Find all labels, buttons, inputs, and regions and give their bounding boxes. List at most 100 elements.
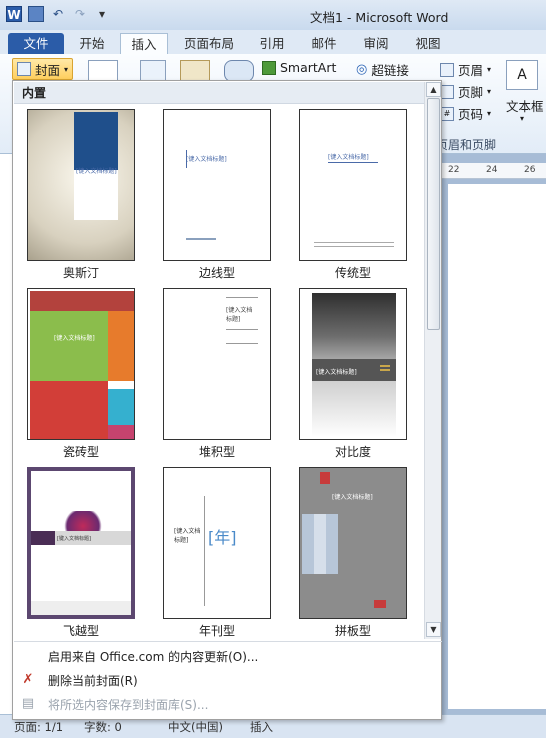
- cover-thumbnail[interactable]: [键入文档标题]: [299, 109, 407, 261]
- tab-references[interactable]: 引用: [252, 33, 292, 54]
- window-title: 文档1 - Microsoft Word: [310, 10, 449, 25]
- cover-title-text: [键入文档标题]: [328, 154, 369, 161]
- save-icon[interactable]: [28, 6, 44, 22]
- cover-item-annual[interactable]: [键入文档标题] [年] 年刊型: [163, 467, 273, 638]
- remove-cover-icon: ✗: [22, 672, 34, 687]
- tab-insert[interactable]: 插入: [120, 33, 168, 54]
- cover-page-button[interactable]: 封面 ▾: [12, 58, 74, 80]
- status-page[interactable]: 页面: 1/1: [14, 719, 63, 735]
- cover-page-gallery: 内置 ▲ ▼ [键入文档标题] 奥斯汀 [键入文档标题] 边线型 [键入文档标题…: [12, 80, 442, 720]
- footer-button[interactable]: 页脚 ▾: [440, 82, 491, 101]
- chevron-down-icon: ▾: [64, 64, 69, 74]
- cover-item-sideline[interactable]: [键入文档标题] 边线型: [163, 109, 273, 280]
- smartart-label: SmartArt: [280, 60, 337, 75]
- word-logo-icon[interactable]: W: [6, 6, 22, 22]
- cover-item-contrast[interactable]: [键入文档标题] 对比度: [299, 288, 409, 459]
- tab-page-layout[interactable]: 页面布局: [178, 33, 240, 54]
- ruler-tick: 26: [524, 165, 536, 175]
- picture-icon[interactable]: [140, 60, 166, 82]
- enable-content-updates-item[interactable]: 启用来自 Office.com 的内容更新(O)...: [48, 646, 258, 668]
- header-label: 页眉: [458, 63, 484, 78]
- cover-thumbnail[interactable]: [键入文档标题]: [163, 288, 271, 440]
- scroll-up-icon[interactable]: ▲: [426, 82, 441, 97]
- cover-item-traditional[interactable]: [键入文档标题] 传统型: [299, 109, 409, 280]
- header-button[interactable]: 页眉 ▾: [440, 60, 491, 79]
- tab-mailings[interactable]: 邮件: [304, 33, 344, 54]
- cover-thumbnail[interactable]: [键入文档标题]: [27, 109, 135, 261]
- cover-item-puzzle[interactable]: [键入文档标题] 拼板型: [299, 467, 409, 638]
- smartart-button[interactable]: SmartArt: [262, 60, 336, 75]
- quick-access-toolbar: W ↶ ↷ ▾: [6, 6, 110, 22]
- tab-view[interactable]: 视图: [408, 33, 448, 54]
- cover-title-text: [键入文档标题]: [54, 335, 95, 342]
- save-selection-to-gallery-item: 将所选内容保存到封面库(S)...: [48, 698, 209, 712]
- hyperlink-button[interactable]: ◎ 超链接: [356, 60, 409, 79]
- chevron-down-icon: ▾: [520, 114, 525, 123]
- table-icon[interactable]: [88, 60, 118, 82]
- ruler-tick: 24: [486, 165, 498, 175]
- cover-name: 边线型: [198, 266, 235, 280]
- cover-page-icon: [17, 62, 31, 76]
- chevron-down-icon: ▾: [487, 87, 492, 96]
- redo-icon[interactable]: ↷: [72, 6, 88, 22]
- status-words[interactable]: 字数: 0: [84, 719, 122, 735]
- cover-title-text: [键入文档标题]: [316, 369, 357, 376]
- cover-title-text: [键入文档标题]: [226, 307, 253, 323]
- cover-name: 拼板型: [334, 624, 371, 638]
- smartart-icon: [262, 60, 276, 75]
- status-language[interactable]: 中文(中国): [168, 719, 223, 735]
- footer-icon: [440, 84, 454, 99]
- cover-title-text: [键入文档标题]: [332, 494, 373, 501]
- group-header-footer-label: 页眉和页脚: [436, 138, 497, 152]
- cover-title-text: [键入文档标题]: [76, 168, 117, 175]
- remove-current-cover-item[interactable]: 删除当前封面(R): [48, 670, 138, 692]
- cover-item-austin[interactable]: [键入文档标题] 奥斯汀: [27, 109, 137, 280]
- document-page[interactable]: [448, 184, 546, 709]
- cover-name: 奥斯汀: [62, 266, 99, 280]
- page-number-button[interactable]: # 页码 ▾: [440, 104, 491, 123]
- textbox-icon[interactable]: A: [506, 60, 538, 90]
- cover-thumbnail[interactable]: [键入文档标题]: [27, 467, 135, 619]
- cover-thumbnail[interactable]: [键入文档标题] [年]: [27, 288, 135, 440]
- customize-icon[interactable]: ▾: [94, 6, 110, 22]
- globe-icon: ◎: [356, 62, 368, 77]
- tab-file[interactable]: 文件: [8, 33, 64, 54]
- title-bar: W ↶ ↷ ▾ 文档1 - Microsoft Word: [0, 0, 546, 30]
- cover-title-text: [键入文档标题]: [57, 536, 91, 542]
- globe-icon: [20, 648, 36, 664]
- cover-name: 传统型: [334, 266, 371, 280]
- cover-name: 年刊型: [198, 624, 235, 638]
- cover-year-badge: [年]: [208, 528, 237, 547]
- textbox-label[interactable]: 文本框: [506, 96, 544, 115]
- cover-thumbnail[interactable]: [键入文档标题] [年]: [163, 467, 271, 619]
- cover-name: 对比度: [334, 445, 371, 459]
- cover-item-stacks[interactable]: [键入文档标题] 堆积型: [163, 288, 273, 459]
- tab-home[interactable]: 开始: [70, 33, 114, 54]
- undo-icon[interactable]: ↶: [50, 6, 66, 22]
- cover-page-label: 封面: [35, 62, 61, 78]
- ribbon-tabs: 文件 开始 插入 页面布局 引用 邮件 审阅 视图: [0, 30, 546, 54]
- cover-title-text: [键入文档标题]: [174, 528, 201, 544]
- footer-label: 页脚: [458, 85, 484, 100]
- scroll-thumb[interactable]: [427, 98, 440, 330]
- ruler-tick: 22: [448, 165, 460, 175]
- scroll-down-icon[interactable]: ▼: [426, 622, 441, 637]
- gallery-scrollbar[interactable]: ▲ ▼: [424, 82, 441, 639]
- chevron-down-icon: ▾: [487, 109, 492, 118]
- status-mode[interactable]: 插入: [250, 719, 273, 735]
- cover-name: 堆积型: [198, 445, 235, 459]
- header-icon: [440, 62, 454, 77]
- tab-review[interactable]: 审阅: [356, 33, 396, 54]
- save-to-gallery-icon: ▤: [21, 696, 35, 711]
- cover-item-flyover[interactable]: [键入文档标题] 飞越型: [27, 467, 137, 638]
- shapes-icon[interactable]: [224, 60, 254, 82]
- cover-thumbnail[interactable]: [键入文档标题]: [299, 288, 407, 440]
- page-number-label: 页码: [458, 107, 484, 122]
- hyperlink-label: 超链接: [371, 63, 409, 78]
- clip-art-icon[interactable]: [180, 60, 210, 82]
- cover-thumbnail[interactable]: [键入文档标题]: [299, 467, 407, 619]
- cover-item-tiles[interactable]: [键入文档标题] [年] 瓷砖型: [27, 288, 137, 459]
- chevron-down-icon: ▾: [487, 65, 492, 74]
- gallery-menu: 启用来自 Office.com 的内容更新(O)... ✗ 删除当前封面(R) …: [14, 641, 442, 719]
- cover-thumbnail[interactable]: [键入文档标题]: [163, 109, 271, 261]
